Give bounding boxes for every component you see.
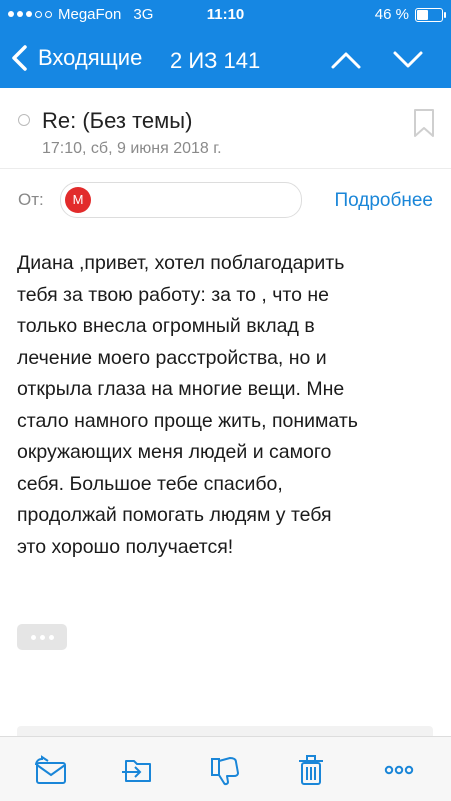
battery-percent: 46 % [374,6,409,23]
details-link[interactable]: Подробнее [334,190,433,212]
sender-avatar: М [65,187,91,213]
read-status-icon[interactable] [18,114,30,126]
trash-icon [299,755,323,785]
reply-icon [35,755,66,784]
navigation-bar: Входящие 2 ИЗ 141 [0,34,451,88]
bottom-toolbar [0,736,451,801]
status-bar: MegaFon 3G 11:10 46 % [0,0,451,30]
from-label: От: [18,190,44,209]
message-subject: Re: (Без темы) [42,108,193,133]
message-date: 17:10, сб, 9 июня 2018 г. [42,140,222,157]
sender-row: От: М Подробнее [0,178,451,222]
divider [0,168,451,169]
more-button[interactable] [382,753,416,787]
show-quoted-button[interactable] [17,624,67,650]
move-button[interactable] [120,753,154,787]
message-counter: 2 ИЗ 141 [170,48,261,73]
reply-button[interactable] [34,753,68,787]
app-header: MegaFon 3G 11:10 46 % Входящие 2 ИЗ 141 [0,0,451,88]
message-body: Диана ,привет, хотел поблагодарить тебя … [17,252,358,558]
back-button[interactable]: Входящие [10,44,142,72]
spam-icon [211,757,239,786]
message-header: Re: (Без темы) 17:10, сб, 9 июня 2018 г. [0,98,451,163]
spam-button[interactable] [208,753,242,787]
delete-button[interactable] [294,753,328,787]
back-label: Входящие [38,45,143,70]
battery-status: 46 % [374,6,446,23]
up-arrow-icon[interactable] [330,48,362,72]
more-icon [384,765,414,775]
sender-chip[interactable]: М [60,182,302,218]
down-arrow-icon[interactable] [392,48,424,72]
battery-icon [415,7,446,22]
move-to-folder-icon [122,760,151,782]
bookmark-icon[interactable] [412,108,436,138]
back-chevron-icon [12,45,27,71]
